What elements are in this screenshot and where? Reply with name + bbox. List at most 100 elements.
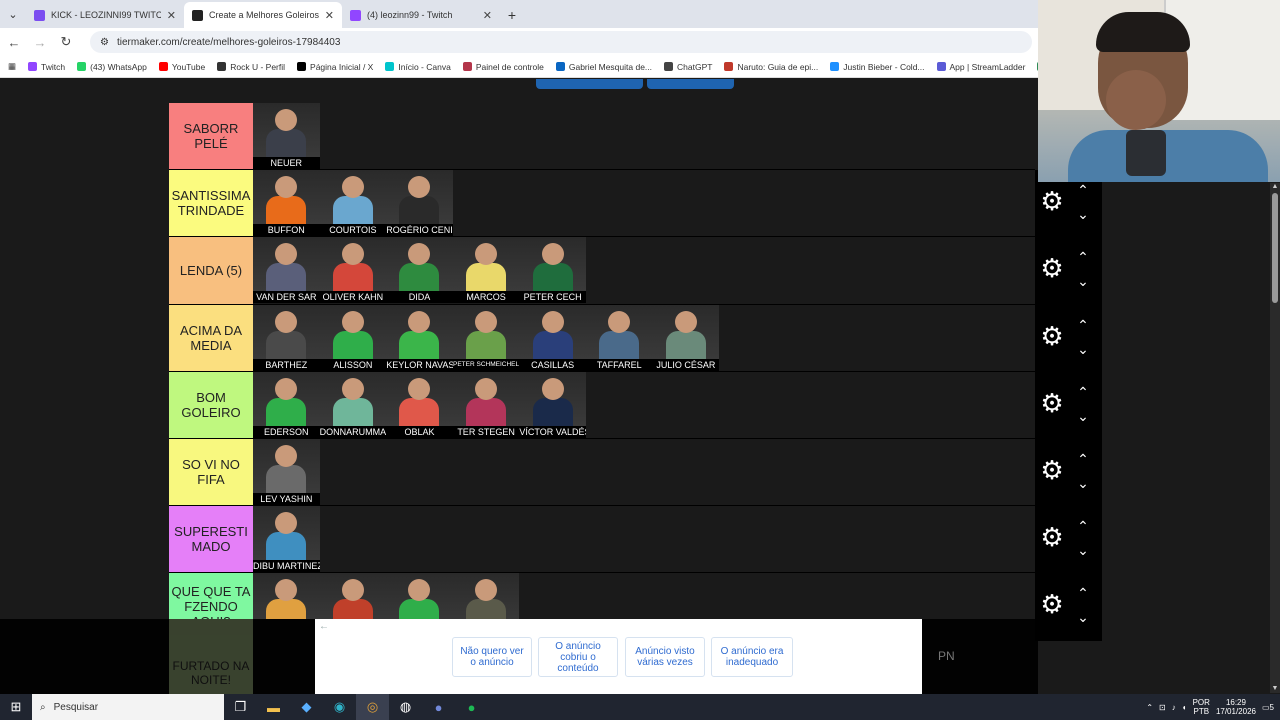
move-tier-up-chevron-icon[interactable]: ⌃: [1075, 519, 1091, 533]
player-card[interactable]: DIDA: [386, 237, 453, 304]
tray-mic-icon[interactable]: ♪: [1172, 703, 1176, 712]
move-tier-up-chevron-icon[interactable]: ⌃: [1075, 586, 1091, 600]
url-field[interactable]: ⚙ tiermaker.com/create/melhores-goleiros…: [90, 31, 1032, 53]
player-card[interactable]: PETER CECH: [519, 237, 586, 304]
language-indicator[interactable]: POR PTB: [1193, 698, 1210, 716]
obs-icon[interactable]: ◍: [389, 694, 422, 720]
bookmark-item[interactable]: YouTube: [158, 62, 205, 72]
move-tier-up-chevron-icon[interactable]: ⌃: [1075, 385, 1091, 399]
player-card[interactable]: VAN DER SAR: [253, 237, 320, 304]
ad-feedback-covered-content-button[interactable]: O anúncio cobriu o conteúdo: [538, 637, 618, 677]
move-tier-up-chevron-icon[interactable]: ⌃: [1075, 318, 1091, 332]
tier-label[interactable]: SABORR PELÉ: [169, 103, 253, 170]
player-card[interactable]: EDERSON: [253, 371, 320, 438]
scroll-down-arrow-icon[interactable]: ▼: [1270, 685, 1280, 693]
scroll-up-arrow-icon[interactable]: ▲: [1270, 183, 1280, 191]
player-card[interactable]: NEUER: [253, 103, 320, 169]
player-card[interactable]: OBLAK: [386, 371, 453, 438]
tray-chevron-icon[interactable]: ⌃: [1146, 703, 1153, 712]
tier-settings-gear-icon[interactable]: ⚙: [1039, 390, 1065, 416]
back-arrow-icon[interactable]: ←: [6, 35, 22, 50]
move-tier-down-chevron-icon[interactable]: ⌄: [1075, 543, 1091, 557]
bookmark-item[interactable]: ChatGPT: [664, 62, 712, 72]
page-scrollbar[interactable]: ▲ ▼: [1270, 183, 1280, 693]
player-card[interactable]: ALISSON: [319, 304, 387, 371]
move-tier-down-chevron-icon[interactable]: ⌄: [1075, 610, 1091, 624]
spotify-icon[interactable]: ●: [455, 694, 488, 720]
scroll-thumb[interactable]: [1272, 193, 1278, 303]
bookmark-item[interactable]: (43) WhatsApp: [77, 62, 147, 72]
player-card[interactable]: [319, 573, 387, 619]
player-card[interactable]: KEYLOR NAVAS: [386, 304, 453, 371]
tray-network-icon[interactable]: ⊡: [1159, 703, 1166, 712]
move-tier-up-chevron-icon[interactable]: ⌃: [1075, 183, 1091, 197]
tier-label[interactable]: ACIMA DA MEDIA: [169, 304, 253, 371]
move-tier-down-chevron-icon[interactable]: ⌄: [1075, 207, 1091, 221]
player-card[interactable]: CÁSSIO: [253, 573, 320, 619]
bookmark-item[interactable]: Justin Bieber - Cold...: [830, 62, 925, 72]
tier-label[interactable]: BOM GOLEIRO: [169, 371, 253, 438]
player-card[interactable]: ROGÉRIO CENI: [386, 170, 453, 237]
tab-kick[interactable]: KICK - LEOZINNI99 TWITCH - LI ✕: [26, 2, 184, 28]
close-tab-icon[interactable]: ✕: [483, 9, 492, 22]
ad-feedback-inappropriate-button[interactable]: O anúncio era inadequado: [711, 637, 793, 677]
move-tier-down-chevron-icon[interactable]: ⌄: [1075, 409, 1091, 423]
bookmark-item[interactable]: Início - Canva: [385, 62, 451, 72]
apps-grid-icon[interactable]: ▦: [8, 61, 16, 72]
player-card[interactable]: [386, 573, 453, 619]
forward-arrow-icon[interactable]: →: [32, 35, 48, 50]
tier-settings-gear-icon[interactable]: ⚙: [1039, 591, 1065, 617]
tab-list-chevron-icon[interactable]: ⌄: [0, 0, 26, 28]
ad-feedback-seen-many-times-button[interactable]: Anúncio visto várias vezes: [625, 637, 705, 677]
download-button[interactable]: [647, 79, 734, 89]
notification-icon[interactable]: ▭5: [1262, 703, 1274, 712]
close-tab-icon[interactable]: ✕: [325, 9, 334, 22]
bookmark-item[interactable]: App | StreamLadder: [936, 62, 1025, 72]
move-tier-up-chevron-icon[interactable]: ⌃: [1075, 250, 1091, 264]
tier-settings-gear-icon[interactable]: ⚙: [1039, 323, 1065, 349]
player-card[interactable]: DIBU MARTINEZ: [253, 506, 320, 573]
close-tab-icon[interactable]: ✕: [167, 9, 176, 22]
tray-speaker-icon[interactable]: ◖: [1182, 703, 1187, 712]
player-card[interactable]: OLIVER KAHN: [319, 237, 387, 304]
discord-icon[interactable]: ●: [422, 694, 455, 720]
tier-label[interactable]: QUE QUE TA FZENDO AQUI?: [169, 573, 253, 619]
tier-label[interactable]: SANTISSIMA TRINDADE: [169, 170, 253, 237]
player-card[interactable]: TAFFAREL: [585, 304, 653, 371]
bookmark-item[interactable]: Naruto: Guia de epi...: [724, 62, 818, 72]
tab-tiermaker[interactable]: Create a Melhores Goleiros Tie ✕: [184, 2, 342, 28]
player-card[interactable]: DONNARUMMA: [319, 371, 387, 438]
player-card[interactable]: BUFFON: [253, 170, 320, 237]
tier-settings-gear-icon[interactable]: ⚙: [1039, 188, 1065, 214]
tier-label[interactable]: SO VI NO FIFA: [169, 438, 253, 506]
tier-label[interactable]: LENDA (5): [169, 237, 253, 304]
player-card[interactable]: LEV YASHIN: [253, 438, 320, 505]
move-tier-up-chevron-icon[interactable]: ⌃: [1075, 452, 1091, 466]
bookmark-item[interactable]: Twitch: [28, 62, 65, 72]
clock[interactable]: 16:29 17/01/2026: [1216, 698, 1256, 716]
tier-label[interactable]: SUPERESTI MADO: [169, 506, 253, 573]
file-explorer-icon[interactable]: ▬: [257, 694, 290, 720]
tab-twitch[interactable]: (4) leozinn99 - Twitch ✕: [342, 2, 500, 28]
player-card[interactable]: [452, 573, 520, 619]
player-card[interactable]: BARTHEZ: [253, 304, 320, 371]
taskbar-search[interactable]: ⌕ Pesquisar: [32, 694, 224, 720]
move-tier-down-chevron-icon[interactable]: ⌄: [1075, 342, 1091, 356]
task-view-icon[interactable]: ❐: [224, 694, 257, 720]
ad-back-arrow-icon[interactable]: ←: [319, 621, 329, 632]
ad-feedback-not-interested-button[interactable]: Não quero ver o anúncio: [452, 637, 532, 677]
player-card[interactable]: MARCOS: [452, 237, 520, 304]
bookmark-item[interactable]: Página Inicial / X: [297, 62, 373, 72]
site-info-icon[interactable]: ⚙: [100, 37, 109, 48]
save-button[interactable]: [536, 79, 643, 89]
player-card[interactable]: PETER SCHMEICHEL: [452, 304, 520, 371]
player-card[interactable]: CASILLAS: [519, 304, 586, 371]
player-card[interactable]: TER STEGEN: [452, 371, 520, 438]
windows-start-icon[interactable]: ⊞: [0, 694, 32, 720]
bookmark-item[interactable]: Rock U - Perfil: [217, 62, 285, 72]
tier-settings-gear-icon[interactable]: ⚙: [1039, 457, 1065, 483]
edge-icon[interactable]: ◉: [323, 694, 356, 720]
tier-settings-gear-icon[interactable]: ⚙: [1039, 255, 1065, 281]
bookmark-item[interactable]: Painel de controle: [462, 62, 544, 72]
new-tab-button[interactable]: +: [500, 2, 524, 28]
